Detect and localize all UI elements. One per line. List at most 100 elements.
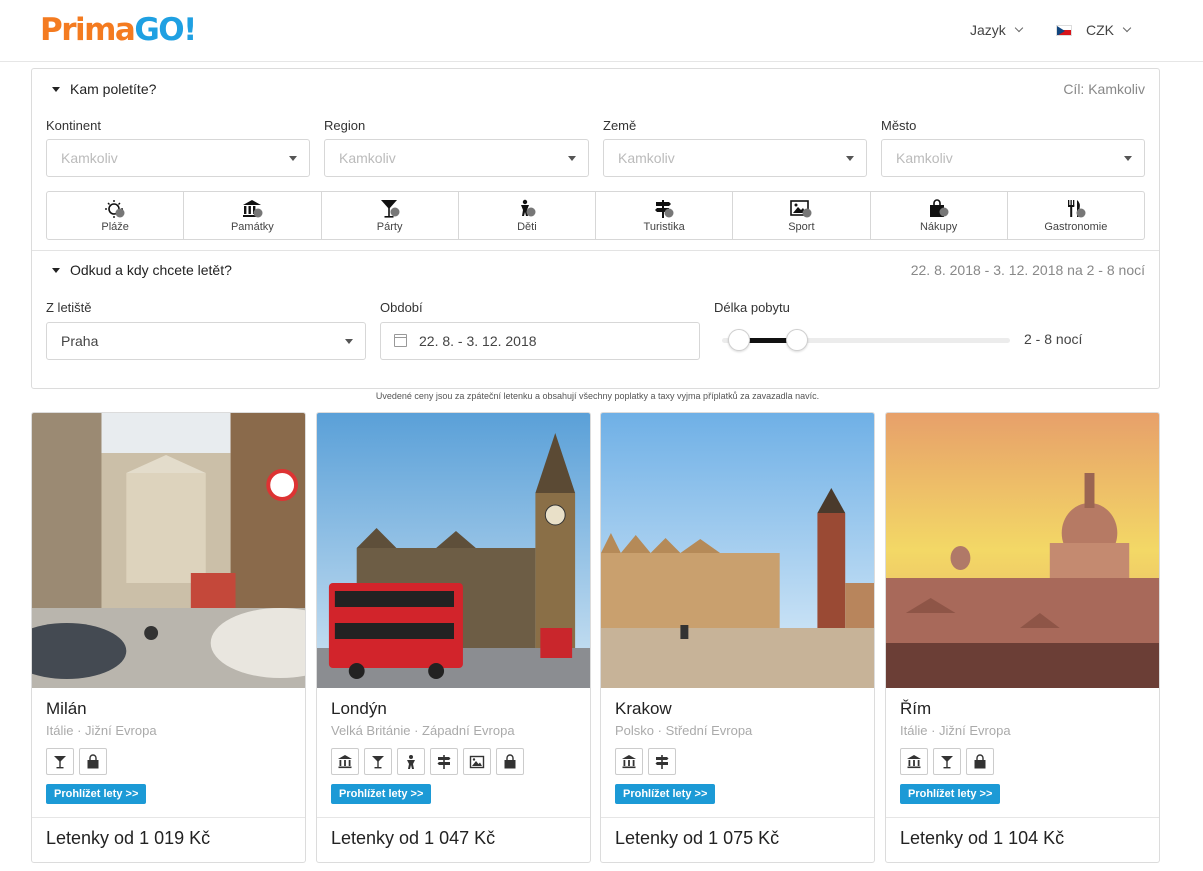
monument-icon <box>615 748 643 775</box>
browse-flights-button[interactable]: Prohlížet lety >> <box>46 784 147 804</box>
picture-icon <box>790 199 812 217</box>
caret-down-icon <box>1124 156 1132 161</box>
slider-max-handle[interactable] <box>785 329 808 351</box>
destination-card-milan[interactable]: Milán Itálie · Jižní Evropa Prohlížet le… <box>31 412 306 863</box>
country-label: Země <box>603 118 637 133</box>
section-divider <box>32 250 1159 251</box>
card-price: Letenky od 1 047 Kč <box>331 828 496 848</box>
caret-down-icon <box>846 156 854 161</box>
period-date-input[interactable]: 22. 8. - 3. 12. 2018 <box>380 322 700 360</box>
card-city: Londýn <box>331 699 387 718</box>
caret-down-icon <box>289 156 297 161</box>
rome-photo <box>886 413 1159 688</box>
stay-length-slider[interactable] <box>722 329 1010 351</box>
shopping-bag-icon <box>496 748 524 775</box>
chevron-down-icon <box>1122 23 1132 33</box>
cocktail-icon <box>380 199 400 218</box>
card-divider <box>32 817 305 818</box>
departure-summary: 22. 8. 2018 - 3. 12. 2018 na 2 - 8 nocí <box>910 262 1145 278</box>
departure-section-title: Odkud a kdy chcete letět? <box>70 262 232 278</box>
card-country: Polsko · Střední Evropa <box>615 723 753 738</box>
london-photo <box>317 413 590 688</box>
category-gastronomy[interactable]: Gastronomie <box>1008 192 1144 239</box>
region-select[interactable]: Kamkoliv <box>324 139 589 177</box>
currency-label: CZK <box>1086 22 1114 38</box>
browse-flights-button[interactable]: Prohlížet lety >> <box>900 784 1001 804</box>
slider-min-handle[interactable] <box>728 329 751 351</box>
kids-icon <box>397 748 425 775</box>
browse-flights-button[interactable]: Prohlížet lety >> <box>615 784 716 804</box>
destination-card-london[interactable]: Londýn Velká Británie · Západní Evropa P… <box>316 412 591 863</box>
category-beach[interactable]: Pláže <box>47 192 185 239</box>
destination-card-krakow[interactable]: Krakow Polsko · Střední Evropa Prohlížet… <box>600 412 875 863</box>
category-sport[interactable]: Sport <box>733 192 871 239</box>
signpost-icon <box>430 748 458 775</box>
kids-icon <box>520 199 536 216</box>
card-price: Letenky od 1 075 Kč <box>615 828 780 848</box>
milan-photo <box>32 413 305 688</box>
category-party[interactable]: Párty <box>322 192 459 239</box>
continent-select[interactable]: Kamkoliv <box>46 139 310 177</box>
shopping-bag-icon <box>966 748 994 775</box>
monument-icon <box>900 748 928 775</box>
category-hiking[interactable]: Turistika <box>596 192 734 239</box>
period-label: Období <box>380 300 423 315</box>
picture-icon <box>463 748 491 775</box>
currency-dropdown[interactable]: CZK <box>1056 21 1132 39</box>
monument-icon <box>331 748 359 775</box>
cutlery-icon <box>1067 199 1086 217</box>
category-kids[interactable]: Děti <box>459 192 596 239</box>
signpost-icon <box>648 748 676 775</box>
destination-section-title: Kam poletíte? <box>70 81 157 97</box>
region-label: Region <box>324 118 366 133</box>
category-shopping[interactable]: Nákupy <box>871 192 1008 239</box>
beach-icon <box>105 199 125 218</box>
card-city: Krakow <box>615 699 672 718</box>
language-label: Jazyk <box>970 22 1006 38</box>
krakow-photo <box>601 413 874 688</box>
destination-card-rome[interactable]: Řím Itálie · Jižní Evropa Prohlížet lety… <box>885 412 1160 863</box>
language-dropdown[interactable]: Jazyk <box>970 21 1024 39</box>
card-category-icons <box>331 748 524 775</box>
airport-label: Z letiště <box>46 300 92 315</box>
primago-logo[interactable]: PrimaGO! <box>40 12 197 48</box>
card-price: Letenky od 1 019 Kč <box>46 828 211 848</box>
category-filter-bar: Pláže Památky Párty Děti Turistika Sport… <box>46 191 1145 240</box>
card-city: Milán <box>46 699 87 718</box>
chevron-down-icon <box>1014 23 1024 33</box>
signpost-icon <box>655 199 674 218</box>
calendar-icon <box>394 334 407 347</box>
price-disclaimer: Uvedené ceny jsou za zpáteční letenku a … <box>375 391 820 401</box>
cocktail-icon <box>46 748 74 775</box>
cocktail-icon <box>933 748 961 775</box>
destination-section-header[interactable]: Kam poletíte? Cíl: Kamkoliv <box>32 81 1159 103</box>
monument-icon <box>243 199 263 217</box>
search-filter-panel: Kam poletíte? Cíl: Kamkoliv Kontinent Re… <box>31 68 1160 389</box>
departure-section-header[interactable]: Odkud a kdy chcete letět? 22. 8. 2018 - … <box>32 262 1159 284</box>
caret-down-icon <box>345 339 353 344</box>
collapse-triangle-icon <box>52 267 60 273</box>
stay-length-label: Délka pobytu <box>714 300 790 315</box>
city-select[interactable]: Kamkoliv <box>881 139 1145 177</box>
card-divider <box>317 817 590 818</box>
collapse-triangle-icon <box>52 86 60 92</box>
card-category-icons <box>615 748 676 775</box>
city-label: Město <box>881 118 917 133</box>
cocktail-icon <box>364 748 392 775</box>
caret-down-icon <box>568 156 576 161</box>
country-select[interactable]: Kamkoliv <box>603 139 867 177</box>
airport-select[interactable]: Praha <box>46 322 366 360</box>
stay-length-value: 2 - 8 nocí <box>1024 331 1083 347</box>
card-country: Itálie · Jižní Evropa <box>900 723 1011 738</box>
card-category-icons <box>900 748 994 775</box>
continent-label: Kontinent <box>46 118 101 133</box>
card-city: Řím <box>900 699 932 718</box>
card-price: Letenky od 1 104 Kč <box>900 828 1065 848</box>
card-country: Velká Británie · Západní Evropa <box>331 723 515 738</box>
destination-summary: Cíl: Kamkoliv <box>1063 81 1145 97</box>
category-monuments[interactable]: Památky <box>184 192 322 239</box>
shopping-bag-icon <box>79 748 107 775</box>
czech-flag-icon <box>1056 24 1072 36</box>
browse-flights-button[interactable]: Prohlížet lety >> <box>331 784 432 804</box>
card-country: Itálie · Jižní Evropa <box>46 723 157 738</box>
